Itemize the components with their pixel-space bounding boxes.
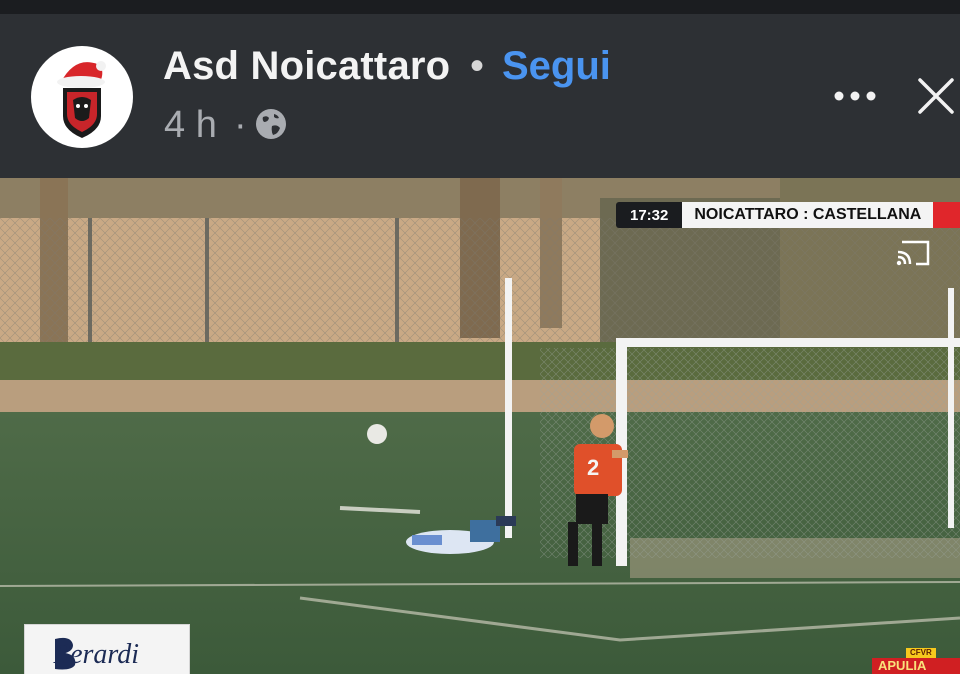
separator-dot: • — [470, 44, 485, 88]
status-strip — [0, 0, 960, 14]
match-clock: 17:32 — [616, 202, 683, 228]
avatar[interactable] — [31, 46, 133, 148]
sponsor-board: Berardi — [24, 624, 190, 674]
club-crest-icon — [57, 61, 106, 138]
badge-main-label: APULIA — [872, 658, 960, 674]
follow-button[interactable]: Segui — [502, 44, 611, 89]
score-box — [933, 202, 960, 228]
time-separator: · — [234, 104, 247, 146]
scorebug: 17:32 NOICATTARO : CASTELLANA — [616, 202, 960, 228]
player-number: 2 — [587, 455, 599, 480]
broadcaster-badge: CFVR APULIA — [872, 648, 960, 674]
post-header: Asd Noicattaro • Segui 4 h · — [0, 14, 960, 178]
globe-icon — [256, 109, 286, 139]
badge-top-label: CFVR — [906, 648, 936, 658]
post-time[interactable]: 4 h — [164, 104, 217, 147]
video-frame: 2 — [0, 178, 960, 674]
more-options-icon[interactable] — [832, 76, 878, 116]
sponsor-name: Berardi — [53, 639, 140, 670]
cast-icon[interactable] — [896, 238, 930, 266]
video-player[interactable]: 2 17:32 NOICATTARO : CASTELLANA Berardi … — [0, 178, 960, 674]
close-icon[interactable] — [912, 72, 960, 120]
match-teams: NOICATTARO : CASTELLANA — [682, 202, 934, 228]
page-name[interactable]: Asd Noicattaro — [163, 44, 450, 89]
